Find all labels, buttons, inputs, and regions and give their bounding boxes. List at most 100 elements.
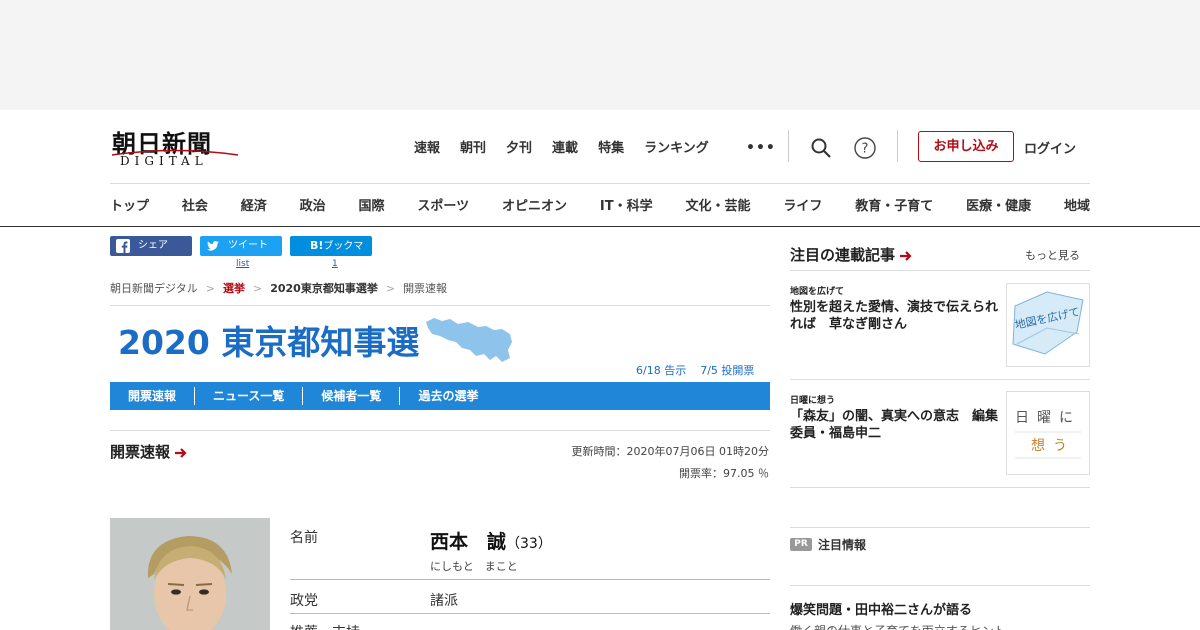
vote-date: 7/5 投開票 bbox=[700, 364, 755, 377]
breadcrumb-item[interactable]: 選挙 bbox=[223, 280, 245, 296]
count-rate: 開票率：97.05 ％ bbox=[679, 467, 769, 480]
breadcrumb-item[interactable]: 2020東京都知事選挙 bbox=[270, 280, 378, 296]
category-item[interactable]: 社会 bbox=[182, 195, 208, 214]
category-item[interactable]: 教育・子育て bbox=[855, 195, 933, 214]
sidebar-title-text: 注目の連載記事 bbox=[790, 246, 896, 264]
divider bbox=[790, 527, 1090, 528]
twitter-share-label: ツイート bbox=[228, 240, 268, 251]
category-item[interactable]: オピニオン bbox=[502, 195, 567, 214]
name-label: 名前 bbox=[290, 530, 318, 546]
candidate-kana: にしもと まこと bbox=[430, 560, 518, 573]
article-tag: 日曜に想う bbox=[790, 396, 836, 406]
promo-headline[interactable]: 爆笑問題・田中裕二さんが語る bbox=[790, 599, 972, 618]
breadcrumb-separator: > bbox=[385, 281, 396, 295]
top-nav-item[interactable]: 速報 bbox=[414, 137, 440, 157]
election-banner-title[interactable]: 2020 東京都知事選 bbox=[118, 316, 419, 364]
party-label: 政党 bbox=[290, 593, 318, 609]
article-thumbnail[interactable]: 日曜に 想う bbox=[1006, 391, 1090, 475]
top-nav-item[interactable]: 朝刊 bbox=[460, 137, 486, 157]
subnav-item[interactable]: 開票速報 bbox=[110, 387, 196, 405]
category-item[interactable]: 医療・健康 bbox=[966, 195, 1031, 214]
article-tag: 地図を広げて bbox=[790, 287, 845, 297]
candidate-party: 諸派 bbox=[430, 593, 458, 609]
category-item[interactable]: スポーツ bbox=[417, 195, 469, 214]
ad-space bbox=[0, 0, 1200, 110]
results-section-label: 開票速報 bbox=[110, 443, 171, 461]
article-headline[interactable]: 「森友」の闇、真実への意志 編集委員・福島申二 bbox=[790, 408, 1002, 442]
promo-subline[interactable]: 働く親の仕事と子育てを両立するヒント bbox=[790, 622, 1006, 630]
divider bbox=[790, 585, 1090, 586]
category-item[interactable]: 国際 bbox=[359, 195, 385, 214]
category-item[interactable]: トップ bbox=[110, 195, 149, 214]
category-item[interactable]: ライフ bbox=[783, 195, 822, 214]
arrow-right-icon bbox=[175, 447, 187, 458]
top-nav: 速報 朝刊 夕刊 連載 特集 ランキング bbox=[414, 137, 729, 157]
twitter-share-button[interactable]: ツイート bbox=[200, 236, 282, 256]
candidate-age: （33） bbox=[506, 536, 552, 552]
category-item[interactable]: 経済 bbox=[241, 195, 267, 214]
site-logo[interactable]: 朝日新聞 DIGITAL bbox=[110, 124, 240, 170]
sidebar-title[interactable]: 注目の連載記事 bbox=[790, 244, 913, 265]
svg-text:想う: 想う bbox=[1031, 438, 1075, 454]
facebook-share-label: シェア bbox=[138, 240, 168, 251]
category-item[interactable]: 文化・芸能 bbox=[685, 195, 750, 214]
help-icon[interactable]: ? bbox=[853, 136, 877, 160]
pr-title: 注目情報 bbox=[818, 538, 867, 552]
subnav-item[interactable]: 候補者一覧 bbox=[303, 387, 401, 405]
election-dates: 6/18 告示 7/5 投開票 bbox=[636, 362, 754, 378]
notice-date: 6/18 告示 bbox=[636, 364, 687, 377]
twitter-icon bbox=[207, 241, 219, 251]
category-item[interactable]: 地域 bbox=[1064, 195, 1090, 214]
breadcrumb-separator: > bbox=[205, 281, 215, 295]
apply-button[interactable]: お申し込み bbox=[918, 131, 1014, 162]
hatena-icon: B! bbox=[310, 239, 324, 252]
top-nav-item[interactable]: 連載 bbox=[552, 137, 578, 157]
more-link[interactable]: もっと見る bbox=[1025, 247, 1080, 263]
more-menu-icon[interactable]: ••• bbox=[746, 140, 776, 156]
divider bbox=[790, 487, 1090, 488]
article-thumbnail[interactable]: 地図を広げて bbox=[1006, 283, 1090, 367]
tokyo-map-icon bbox=[426, 318, 512, 362]
breadcrumb-separator: > bbox=[253, 281, 263, 295]
divider bbox=[790, 379, 1090, 380]
top-nav-item[interactable]: ランキング bbox=[644, 137, 709, 157]
pr-badge: PR bbox=[790, 538, 812, 551]
hatena-bookmark-button[interactable]: B!ブックマーク bbox=[290, 236, 372, 272]
arrow-right-icon bbox=[900, 250, 912, 261]
category-nav: トップ 社会 経済 政治 国際 スポーツ オピニオン IT・科学 文化・芸能 ラ… bbox=[110, 195, 1090, 214]
facebook-share-button[interactable]: シェア bbox=[110, 236, 192, 256]
breadcrumb-current: 開票速報 bbox=[403, 282, 448, 295]
candidate-portrait-icon bbox=[110, 518, 270, 630]
category-item[interactable]: IT・科学 bbox=[600, 195, 653, 214]
svg-text:日曜に: 日曜に bbox=[1015, 410, 1081, 426]
divider bbox=[790, 270, 1090, 271]
category-nav-divider bbox=[110, 183, 1090, 184]
hatena-bookmark-count[interactable]: 1 bbox=[332, 259, 338, 269]
facebook-icon bbox=[116, 239, 130, 253]
top-nav-item[interactable]: 特集 bbox=[598, 137, 624, 157]
candidate-name: 西本 誠（33） bbox=[430, 527, 552, 554]
login-link[interactable]: ログイン bbox=[1024, 138, 1076, 157]
header-divider bbox=[788, 130, 789, 162]
breadcrumb-item[interactable]: 朝日新聞デジタル bbox=[110, 280, 198, 296]
recommend-label: 推薦・支持 bbox=[290, 622, 360, 630]
subnav-item[interactable]: 過去の選挙 bbox=[400, 387, 496, 405]
divider bbox=[110, 430, 770, 431]
candidate-name-text: 西本 誠 bbox=[430, 531, 507, 553]
twitter-share-count[interactable]: list bbox=[236, 259, 249, 269]
subnav-item[interactable]: ニュース一覧 bbox=[195, 387, 304, 405]
sunday-column-icon: 日曜に 想う bbox=[1015, 410, 1081, 459]
updated-time: 更新時間：2020年07月06日 01時20分 bbox=[571, 445, 769, 458]
top-nav-item[interactable]: 夕刊 bbox=[506, 137, 532, 157]
map-sketch-icon: 地図を広げて bbox=[1012, 291, 1084, 355]
candidate-photo bbox=[110, 518, 270, 630]
category-item[interactable]: 政治 bbox=[300, 195, 326, 214]
header-divider bbox=[897, 130, 898, 162]
breadcrumb: 朝日新聞デジタル > 選挙 > 2020東京都知事選挙 > 開票速報 bbox=[110, 280, 447, 296]
divider bbox=[110, 305, 770, 306]
logo-sub-text: DIGITAL bbox=[120, 154, 208, 168]
search-icon[interactable] bbox=[809, 136, 833, 160]
divider bbox=[290, 613, 770, 614]
results-section-title[interactable]: 開票速報 bbox=[110, 441, 188, 462]
article-headline[interactable]: 性別を超えた愛情、演技で伝えられれば 草なぎ剛さん bbox=[790, 299, 1002, 333]
